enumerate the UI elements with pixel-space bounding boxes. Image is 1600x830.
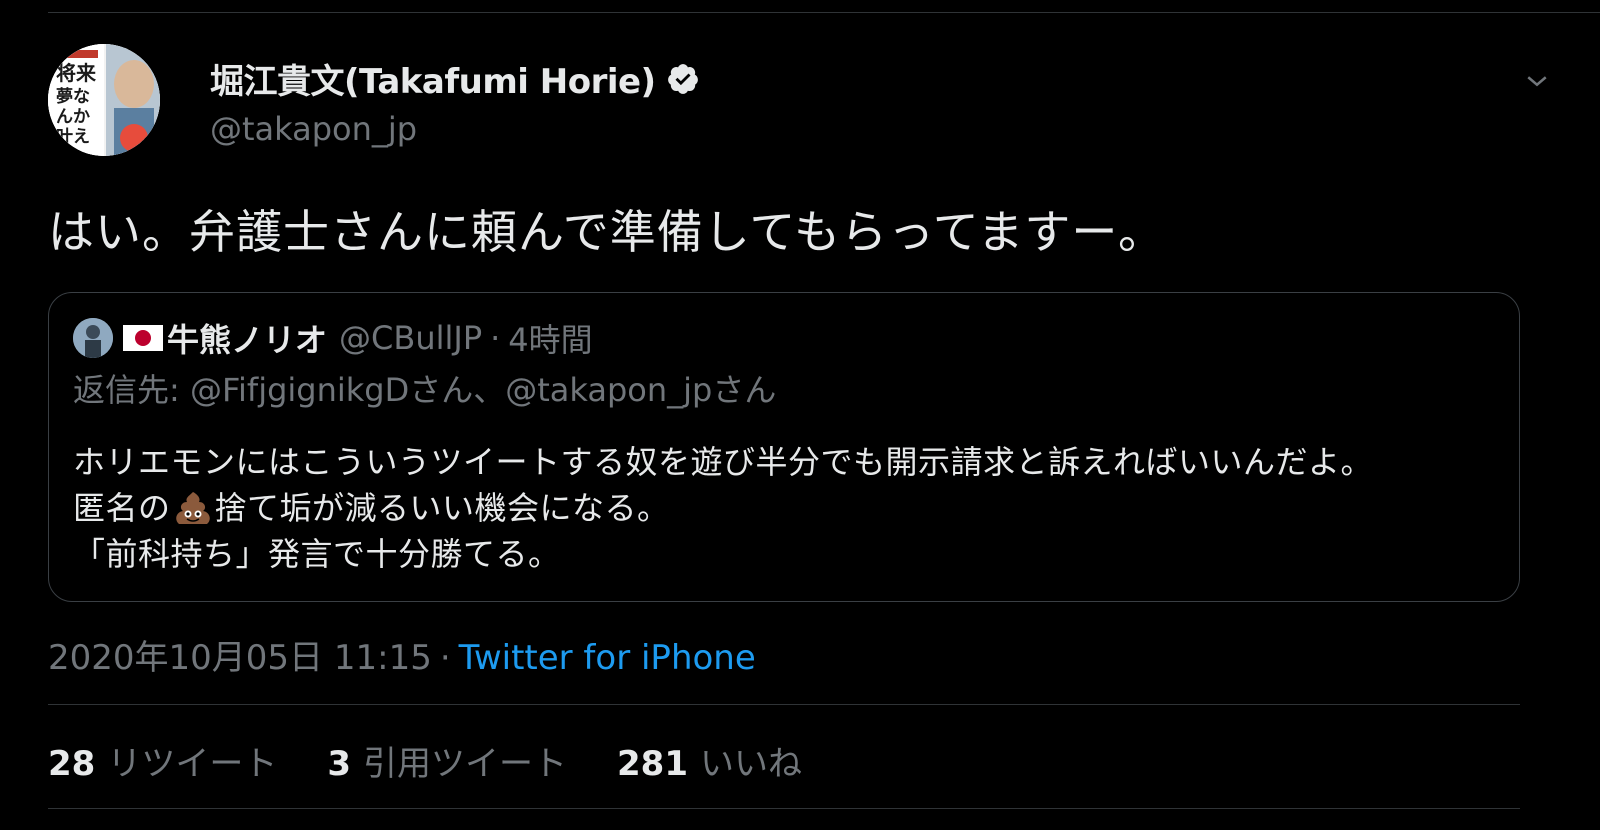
svg-text:んか: んか (56, 107, 90, 127)
tweet-timestamp[interactable]: 2020年10月05日 11:15 (48, 638, 432, 678)
tweet-text: はい。弁護士さんに頼んで準備してもらってますー。 (48, 205, 1165, 259)
replying-to: 返信先: @FifjgignikgDさん、@takapon_jpさん (73, 371, 777, 409)
quote-tweet-label: 引用ツイート (363, 744, 567, 784)
tweet-source-link[interactable]: Twitter for iPhone (459, 638, 756, 678)
author-name-row[interactable]: 堀江貴文(Takafumi Horie) (210, 54, 700, 103)
quoted-body-line-2-before: 匿名の (73, 489, 171, 527)
meta-separator: · (439, 638, 451, 678)
quote-tweet-stat[interactable]: 3 引用ツイート (327, 736, 567, 785)
author-avatar[interactable]: 将来 夢な んか 叶え (48, 44, 160, 156)
quoted-time: 4時間 (508, 321, 593, 359)
pile-of-poo-emoji-icon (175, 492, 210, 524)
quoted-author-avatar (73, 318, 113, 358)
retweet-label: リツイート (107, 744, 278, 784)
quoted-body-line-3: 「前科持ち」発言で十分勝てる。 (73, 535, 561, 573)
quoted-body-line-2-after: 捨て垢が減るいい機会になる。 (214, 489, 670, 527)
svg-text:将来: 将来 (56, 61, 97, 85)
retweet-stat[interactable]: 28 リツイート (48, 736, 277, 785)
tweet-header: 将来 夢な んか 叶え 堀江貴文(Takafumi Horie) @takapo… (48, 40, 1552, 160)
author-handle[interactable]: @takapon_jp (210, 110, 417, 148)
quote-tweet-count: 3 (327, 744, 351, 784)
quoted-tweet-card[interactable]: 牛熊ノリオ @CBullJP · 4時間 返信先: @FifjgignikgDさ… (48, 292, 1520, 602)
quoted-author-handle: @CBullJP (339, 319, 483, 357)
top-divider (48, 12, 1600, 13)
stats-bottom-divider (48, 808, 1520, 809)
retweet-count: 28 (48, 744, 96, 784)
svg-text:夢な: 夢な (56, 87, 90, 107)
quoted-tweet-body: ホリエモンにはこういうツイートする奴を遊び半分でも開示請求と訴えればいいんだよ。… (73, 439, 1373, 577)
tweet-stats: 28 リツイート 3 引用ツイート 281 いいね (48, 736, 852, 785)
stats-top-divider (48, 704, 1520, 705)
quoted-separator: · (490, 319, 501, 357)
quoted-author-name: 牛熊ノリオ (167, 321, 328, 359)
quoted-tweet-header: 牛熊ノリオ @CBullJP · 4時間 (73, 315, 593, 361)
quoted-body-line-2: 匿名の 捨て垢が減るいい機会になる。 (73, 485, 1373, 531)
svg-text:叶え: 叶え (56, 127, 90, 147)
verified-badge-icon (667, 63, 698, 94)
japan-flag-icon (123, 325, 163, 351)
tweet-meta: 2020年10月05日 11:15 · Twitter for iPhone (48, 630, 756, 679)
avatar-image: 将来 夢な んか 叶え (48, 44, 160, 156)
like-stat[interactable]: 281 いいね (617, 736, 802, 785)
author-display-name[interactable]: 堀江貴文(Takafumi Horie) (210, 54, 656, 103)
like-label: いいね (699, 744, 802, 784)
like-count: 281 (617, 744, 688, 784)
chevron-down-icon[interactable] (1522, 66, 1552, 96)
quoted-body-line-1: ホリエモンにはこういうツイートする奴を遊び半分でも開示請求と訴えればいいんだよ。 (73, 443, 1374, 481)
